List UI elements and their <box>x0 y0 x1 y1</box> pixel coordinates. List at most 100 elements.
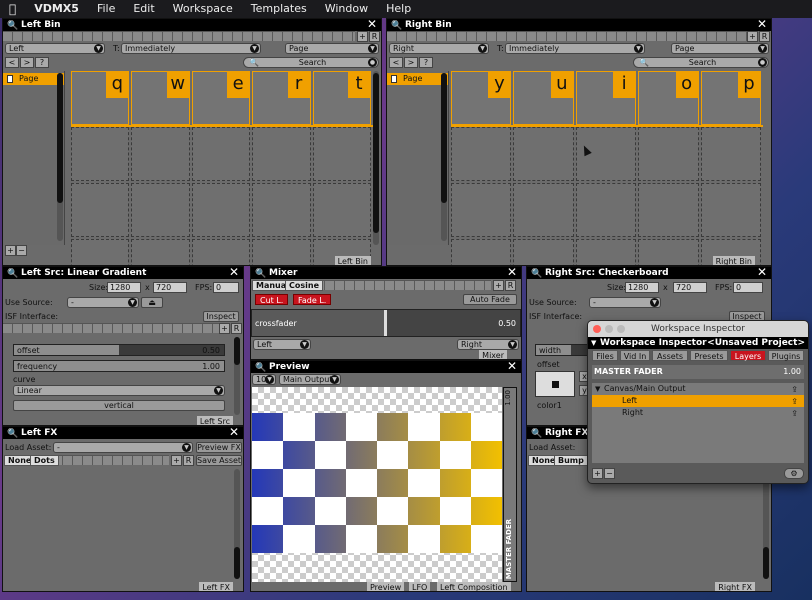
inspector-titlebar[interactable]: Workspace Inspector <box>588 321 808 337</box>
prev-page-button[interactable]: < <box>5 57 19 68</box>
clip-slot-active[interactable]: w <box>131 71 190 125</box>
close-icon[interactable]: ✕ <box>757 19 767 30</box>
master-fader[interactable]: 1.00 MASTER FADER <box>503 387 517 582</box>
lfo-tab[interactable]: LFO <box>409 582 431 591</box>
clip-slot[interactable] <box>252 183 311 237</box>
clip-slot[interactable] <box>575 183 637 237</box>
clip-slot-active[interactable]: i <box>575 71 637 125</box>
help-button[interactable]: ? <box>35 57 49 68</box>
height-field[interactable]: 720 <box>153 282 187 293</box>
menu-workspace[interactable]: Workspace <box>164 0 242 18</box>
menu-file[interactable]: File <box>88 0 124 18</box>
minimize-window-icon[interactable] <box>605 325 613 333</box>
clip-slot[interactable] <box>513 183 574 237</box>
tab-layers[interactable]: Layers <box>730 350 766 361</box>
add-button[interactable]: + <box>747 31 758 42</box>
clip-slot[interactable] <box>638 239 699 265</box>
right-layer-select[interactable]: Right ▼ <box>457 339 519 350</box>
clip-slot[interactable] <box>71 127 130 181</box>
left-composition-tab[interactable]: Left Composition <box>437 582 511 591</box>
menu-templates[interactable]: Templates <box>242 0 316 18</box>
left-src-scrollbar[interactable] <box>234 337 240 415</box>
right-src-titlebar[interactable]: 🔍 Right Src: Checkerboard ✕ <box>527 267 771 279</box>
output-select[interactable]: Main Output ▼ <box>279 374 341 385</box>
tab-vid-in[interactable]: Vid In <box>620 350 650 361</box>
frequency-slider[interactable]: frequency 1.00 <box>13 360 225 372</box>
close-icon[interactable]: ✕ <box>229 267 239 278</box>
add-button[interactable]: + <box>219 323 230 334</box>
inspect-button[interactable]: Inspect <box>203 311 239 322</box>
left-fx-tab[interactable]: Left FX <box>199 582 233 591</box>
close-icon[interactable]: ✕ <box>757 267 767 278</box>
close-icon[interactable]: ✕ <box>507 267 517 278</box>
clip-slot-active[interactable]: q <box>71 71 130 125</box>
menu-window[interactable]: Window <box>316 0 377 18</box>
fps-field[interactable]: 0 <box>733 282 763 293</box>
preview-fx-button[interactable]: Preview FX <box>196 442 242 453</box>
zoom-window-icon[interactable] <box>617 325 625 333</box>
r-button[interactable]: R <box>759 31 770 42</box>
r-button[interactable]: R <box>505 280 516 291</box>
tab-cosine[interactable]: Cosine <box>285 280 323 291</box>
clip-slot[interactable] <box>451 183 512 237</box>
right-fx-tab[interactable]: Right FX <box>715 582 755 591</box>
clip-slot[interactable] <box>638 183 699 237</box>
close-icon[interactable]: ✕ <box>367 19 377 30</box>
r-button[interactable]: R <box>369 31 380 42</box>
next-page-button[interactable]: > <box>404 57 418 68</box>
width-slider[interactable]: width <box>535 344 595 356</box>
clip-slot[interactable] <box>191 183 251 237</box>
page-list-scrollbar[interactable] <box>57 73 63 241</box>
search-clear-icon[interactable]: ● <box>368 58 377 67</box>
apple-icon[interactable]:  <box>0 0 25 18</box>
clip-slot[interactable] <box>575 239 637 265</box>
right-fx-scrollbar[interactable] <box>763 469 769 579</box>
width-field[interactable]: 1280 <box>625 282 659 293</box>
r-button[interactable]: R <box>231 323 242 334</box>
master-fader-row[interactable]: MASTER FADER 1.00 <box>592 365 804 379</box>
disclosure-triangle-icon[interactable]: ▼ <box>591 337 596 349</box>
clip-slot[interactable] <box>638 127 699 181</box>
bin-search-field[interactable]: 🔍 Search ● <box>243 57 379 68</box>
r-button[interactable]: R <box>183 455 194 466</box>
bin-scrollbar[interactable] <box>373 71 379 245</box>
menu-edit[interactable]: Edit <box>124 0 163 18</box>
crossfader-handle[interactable] <box>384 310 387 336</box>
clip-slot[interactable] <box>252 127 311 181</box>
transition-select[interactable]: Immediately ▼ <box>505 43 645 54</box>
clip-slot[interactable] <box>131 183 190 237</box>
mixer-titlebar[interactable]: 🔍 Mixer ✕ <box>251 267 521 279</box>
use-source-select[interactable]: - ▼ <box>67 297 139 308</box>
clip-slot-active[interactable]: p <box>700 71 761 125</box>
layer-row-left[interactable]: Left ⇪ <box>592 395 804 407</box>
clip-slot[interactable] <box>131 239 190 265</box>
add-button[interactable]: + <box>171 455 182 466</box>
gear-icon[interactable]: ⚙ <box>784 468 804 479</box>
clip-slot[interactable] <box>71 239 130 265</box>
left-bin-tab[interactable]: Left Bin <box>334 256 371 265</box>
layer-select[interactable]: Right ▼ <box>389 43 489 54</box>
help-button[interactable]: ? <box>419 57 433 68</box>
clip-slot-active[interactable]: e <box>191 71 251 125</box>
clip-slot[interactable] <box>451 239 512 265</box>
page-list-item[interactable]: Page <box>387 73 448 85</box>
close-window-icon[interactable] <box>593 325 601 333</box>
clip-slot[interactable] <box>252 239 311 265</box>
layer-select[interactable]: Left ▼ <box>5 43 105 54</box>
scrollbar-thumb[interactable] <box>234 337 240 365</box>
load-asset-select[interactable]: - ▼ <box>53 442 193 453</box>
height-field[interactable]: 720 <box>673 282 707 293</box>
left-fx-scrollbar[interactable] <box>234 469 240 579</box>
left-layer-select[interactable]: Left ▼ <box>253 339 311 350</box>
clip-slot[interactable] <box>312 127 371 181</box>
left-fx-titlebar[interactable]: 🔍 Left FX ✕ <box>3 427 243 439</box>
offset-slider[interactable]: offset 0.50 <box>13 344 225 356</box>
scrollbar-thumb[interactable] <box>57 73 63 203</box>
clip-slot[interactable] <box>71 183 130 237</box>
clip-slot[interactable] <box>700 127 761 181</box>
cut-left-button[interactable]: Cut L. <box>255 294 289 305</box>
scrollbar-thumb[interactable] <box>441 73 447 203</box>
auto-fade-button[interactable]: Auto Fade <box>463 294 517 305</box>
offset-pad[interactable] <box>535 371 575 397</box>
fx-tab-bump[interactable]: Bump <box>554 455 588 466</box>
